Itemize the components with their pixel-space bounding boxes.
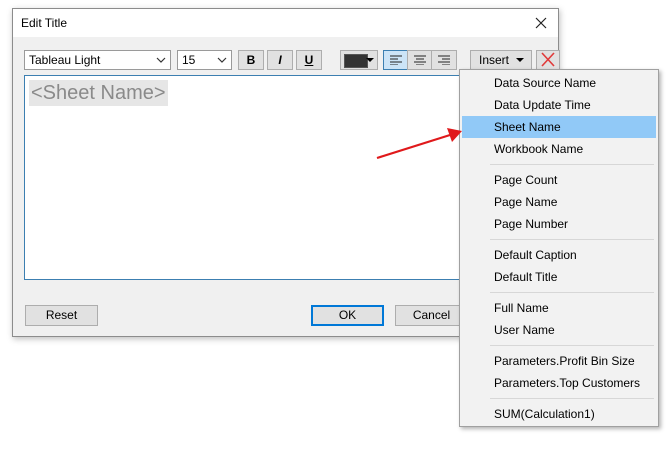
- close-icon[interactable]: [530, 12, 552, 34]
- menu-item-page-number[interactable]: Page Number: [462, 213, 656, 235]
- menu-separator: [490, 239, 654, 240]
- cancel-button[interactable]: Cancel: [395, 305, 468, 326]
- italic-label: I: [278, 53, 282, 67]
- delete-button[interactable]: [536, 50, 560, 70]
- menu-item-full-name[interactable]: Full Name: [462, 297, 656, 319]
- menu-item-workbook-name[interactable]: Workbook Name: [462, 138, 656, 160]
- ok-label: OK: [338, 308, 357, 322]
- insert-menu: Data Source Name Data Update Time Sheet …: [459, 69, 659, 427]
- menu-item-user-name[interactable]: User Name: [462, 319, 656, 341]
- align-left-icon: [390, 55, 402, 65]
- menu-item-label: Page Count: [494, 173, 558, 187]
- italic-button[interactable]: I: [267, 50, 293, 70]
- menu-item-label: SUM(Calculation1): [494, 407, 595, 421]
- bold-button[interactable]: B: [238, 50, 264, 70]
- menu-separator: [490, 292, 654, 293]
- menu-item-label: Default Caption: [494, 248, 577, 262]
- dialog-title: Edit Title: [21, 16, 68, 30]
- menu-item-label: Workbook Name: [494, 142, 584, 156]
- menu-item-label: Default Title: [494, 270, 558, 284]
- menu-item-sheet-name[interactable]: Sheet Name: [462, 116, 656, 138]
- insert-label: Insert: [479, 53, 510, 67]
- chevron-down-icon: [156, 57, 166, 63]
- menu-item-label: Sheet Name: [494, 120, 561, 134]
- color-swatch: [344, 54, 368, 68]
- menu-item-page-count[interactable]: Page Count: [462, 169, 656, 191]
- menu-item-default-caption[interactable]: Default Caption: [462, 244, 656, 266]
- dropdown-arrow-icon: [516, 58, 524, 62]
- dropdown-arrow-icon: [366, 58, 374, 62]
- menu-item-label: Parameters.Profit Bin Size: [494, 354, 635, 368]
- menu-separator: [490, 345, 654, 346]
- menu-item-parameters-profit-bin-size[interactable]: Parameters.Profit Bin Size: [462, 350, 656, 372]
- align-left-button[interactable]: [383, 50, 409, 70]
- align-center-button[interactable]: [407, 50, 433, 70]
- menu-item-label: Page Name: [494, 195, 558, 209]
- menu-item-data-source-name[interactable]: Data Source Name: [462, 72, 656, 94]
- menu-item-label: Data Source Name: [494, 76, 597, 90]
- reset-label: Reset: [45, 308, 78, 322]
- bold-label: B: [246, 53, 256, 67]
- menu-item-parameters-top-customers[interactable]: Parameters.Top Customers: [462, 372, 656, 394]
- dialog-titlebar: Edit Title: [13, 9, 558, 37]
- delete-x-icon: [541, 52, 555, 67]
- menu-item-label: Parameters.Top Customers: [494, 376, 641, 390]
- font-size-select[interactable]: 15: [177, 50, 232, 70]
- chevron-down-icon: [217, 57, 227, 63]
- reset-button[interactable]: Reset: [25, 305, 98, 326]
- menu-item-page-name[interactable]: Page Name: [462, 191, 656, 213]
- menu-item-label: User Name: [494, 323, 555, 337]
- underline-button[interactable]: U: [296, 50, 322, 70]
- menu-item-label: Full Name: [494, 301, 549, 315]
- font-family-select[interactable]: Tableau Light: [24, 50, 171, 70]
- cancel-label: Cancel: [412, 308, 451, 322]
- font-family-value: Tableau Light: [29, 53, 101, 67]
- align-right-button[interactable]: [431, 50, 457, 70]
- menu-item-data-update-time[interactable]: Data Update Time: [462, 94, 656, 116]
- ok-button[interactable]: OK: [311, 305, 384, 326]
- menu-item-label: Page Number: [494, 217, 569, 231]
- font-color-button[interactable]: [340, 50, 378, 70]
- align-center-icon: [414, 55, 426, 65]
- menu-item-default-title[interactable]: Default Title: [462, 266, 656, 288]
- align-right-icon: [438, 55, 450, 65]
- menu-item-sum-calculation1[interactable]: SUM(Calculation1): [462, 403, 656, 425]
- font-size-value: 15: [182, 53, 196, 67]
- menu-item-label: Data Update Time: [494, 98, 591, 112]
- sheet-name-field: <Sheet Name>: [29, 80, 168, 106]
- insert-button[interactable]: Insert: [470, 50, 532, 70]
- menu-separator: [490, 164, 654, 165]
- menu-separator: [490, 398, 654, 399]
- underline-label: U: [304, 53, 314, 67]
